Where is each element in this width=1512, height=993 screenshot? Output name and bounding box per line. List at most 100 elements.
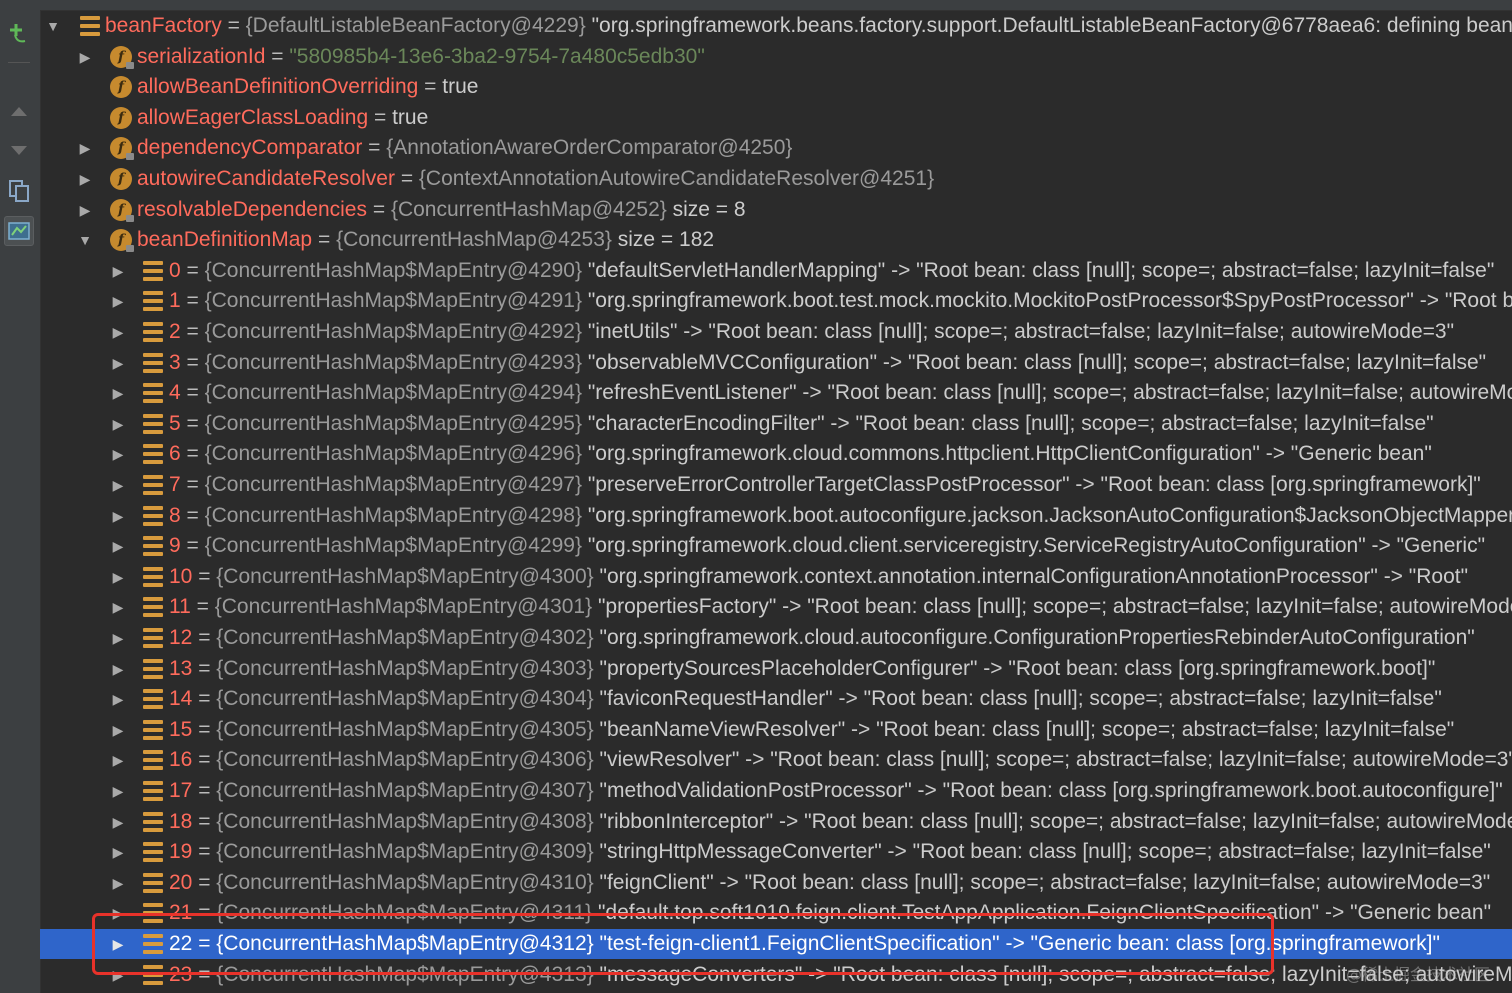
- variable-value: "org.springframework.context.annotation.…: [599, 564, 1469, 588]
- map-entry-row[interactable]: ▶ 19 = {ConcurrentHashMap$MapEntry@4309} …: [40, 837, 1512, 867]
- collapsed-arrow-icon[interactable]: ▶: [108, 623, 128, 653]
- map-entry-row[interactable]: ▶ 18 = {ConcurrentHashMap$MapEntry@4308} …: [40, 807, 1512, 837]
- collapsed-arrow-icon[interactable]: ▶: [108, 745, 128, 775]
- map-entry-row[interactable]: ▶ 23 = {ConcurrentHashMap$MapEntry@4313} …: [40, 960, 1512, 990]
- variable-row[interactable]: ▶ f resolvableDependencies = {ConcurrentHa…: [40, 195, 1512, 225]
- equals-sign: =: [180, 503, 205, 527]
- variable-value: "characterEncodingFilter" -> "Root bean:…: [587, 411, 1434, 435]
- collapsed-arrow-icon[interactable]: ▶: [108, 807, 128, 837]
- variable-content: 13 = {ConcurrentHashMap$MapEntry@4303} "…: [169, 654, 1435, 684]
- collapsed-arrow-icon[interactable]: ▶: [108, 470, 128, 500]
- variable-name: 12: [169, 626, 193, 649]
- collapsed-arrow-icon[interactable]: ▶: [108, 531, 128, 561]
- variable-row[interactable]: ▼ f beanDefinitionMap = {ConcurrentHashMap…: [40, 225, 1512, 255]
- map-entry-row[interactable]: ▶ 6 = {ConcurrentHashMap$MapEntry@4296} "…: [40, 439, 1512, 469]
- collapsed-arrow-icon[interactable]: ▶: [75, 164, 95, 194]
- add-watch-icon[interactable]: [4, 18, 34, 48]
- variable-name: 23: [169, 962, 193, 986]
- map-entry-row[interactable]: ▶ 5 = {ConcurrentHashMap$MapEntry@4295} "…: [40, 409, 1512, 439]
- map-entry-row[interactable]: ▶ 17 = {ConcurrentHashMap$MapEntry@4307} …: [40, 776, 1512, 806]
- object-reference: {ConcurrentHashMap$MapEntry@4308}: [216, 809, 594, 833]
- map-entry-row[interactable]: ▶ 14 = {ConcurrentHashMap$MapEntry@4304} …: [40, 684, 1512, 714]
- expanded-arrow-icon[interactable]: ▼: [43, 11, 63, 41]
- map-entry-row[interactable]: ▶ 8 = {ConcurrentHashMap$MapEntry@4298} "…: [40, 501, 1512, 531]
- collapsed-arrow-icon[interactable]: ▶: [108, 409, 128, 439]
- collapsed-arrow-icon[interactable]: ▶: [108, 562, 128, 592]
- collapsed-arrow-icon[interactable]: ▶: [108, 439, 128, 469]
- show-types-icon[interactable]: [4, 216, 34, 246]
- map-entry-row[interactable]: ▶ 0 = {ConcurrentHashMap$MapEntry@4290} "…: [40, 256, 1512, 286]
- move-down-icon[interactable]: [4, 136, 34, 166]
- collapsed-arrow-icon[interactable]: ▶: [75, 133, 95, 163]
- map-entry-row[interactable]: ▶ 22 = {ConcurrentHashMap$MapEntry@4312} …: [40, 929, 1512, 959]
- variable-row[interactable]: ▼ beanFactory = {DefaultListableBeanFacto…: [40, 11, 1512, 41]
- collapsed-arrow-icon[interactable]: ▶: [108, 776, 128, 806]
- variable-row[interactable]: ▶ f serializationId = "580985b4-13e6-3ba2-…: [40, 42, 1512, 72]
- collapsed-arrow-icon[interactable]: ▶: [108, 378, 128, 408]
- equals-sign: =: [192, 748, 217, 772]
- collapsed-arrow-icon[interactable]: ▶: [108, 501, 128, 531]
- variable-name: 7: [169, 473, 181, 496]
- equals-sign: =: [265, 44, 290, 68]
- map-entry-row[interactable]: ▶ 16 = {ConcurrentHashMap$MapEntry@4306} …: [40, 745, 1512, 775]
- collapsed-arrow-icon[interactable]: ▶: [75, 42, 95, 72]
- map-entry-row[interactable]: ▶ 1 = {ConcurrentHashMap$MapEntry@4291} "…: [40, 286, 1512, 316]
- variable-row[interactable]: f allowBeanDefinitionOverriding = true: [40, 72, 1512, 102]
- collapsed-arrow-icon[interactable]: ▶: [108, 256, 128, 286]
- variable-value: "org.springframework.boot.test.mock.mock…: [587, 289, 1512, 313]
- variable-content: beanFactory = {DefaultListableBeanFactor…: [105, 11, 1512, 41]
- map-entry-row[interactable]: ▶ 11 = {ConcurrentHashMap$MapEntry@4301} …: [40, 592, 1512, 622]
- collapsed-arrow-icon[interactable]: ▶: [108, 960, 128, 990]
- map-entry-row[interactable]: ▶ 12 = {ConcurrentHashMap$MapEntry@4302} …: [40, 623, 1512, 653]
- collapsed-arrow-icon[interactable]: ▶: [108, 837, 128, 867]
- variable-name: 20: [169, 870, 193, 894]
- variable-row[interactable]: ▶ f dependencyComparator = {AnnotationAwar…: [40, 133, 1512, 163]
- map-entry-row[interactable]: ▶ 13 = {ConcurrentHashMap$MapEntry@4303} …: [40, 654, 1512, 684]
- map-entry-row[interactable]: ▶ 7 = {ConcurrentHashMap$MapEntry@4297} "…: [40, 470, 1512, 500]
- variable-content: 16 = {ConcurrentHashMap$MapEntry@4306} "…: [169, 745, 1512, 775]
- map-entry-row[interactable]: ▶ 9 = {ConcurrentHashMap$MapEntry@4299} "…: [40, 531, 1512, 561]
- variable-content: 22 = {ConcurrentHashMap$MapEntry@4312} "…: [169, 929, 1440, 959]
- equals-sign: =: [180, 534, 205, 558]
- collapsed-arrow-icon[interactable]: ▶: [108, 898, 128, 928]
- variable-name: 3: [169, 350, 181, 374]
- expanded-arrow-icon[interactable]: ▼: [75, 225, 95, 255]
- collapsed-arrow-icon[interactable]: ▶: [108, 868, 128, 898]
- object-icon: [143, 781, 163, 801]
- map-entry-row[interactable]: ▶ 2 = {ConcurrentHashMap$MapEntry@4292} "…: [40, 317, 1512, 347]
- collapsed-arrow-icon[interactable]: ▶: [108, 286, 128, 316]
- move-up-icon[interactable]: [4, 96, 34, 126]
- equals-sign: =: [192, 901, 217, 925]
- variable-value: "org.springframework.cloud.autoconfigure…: [599, 626, 1475, 649]
- collapsed-arrow-icon[interactable]: ▶: [108, 348, 128, 378]
- object-icon: [143, 536, 163, 557]
- map-entry-row[interactable]: ▶ 21 = {ConcurrentHashMap$MapEntry@4311} …: [40, 898, 1512, 928]
- collapsed-arrow-icon[interactable]: ▶: [108, 684, 128, 714]
- variable-row[interactable]: ▶ f autowireCandidateResolver = {ContextAn…: [40, 164, 1512, 194]
- copy-icon[interactable]: [4, 176, 34, 206]
- map-entry-row[interactable]: ▶ 4 = {ConcurrentHashMap$MapEntry@4294} "…: [40, 378, 1512, 408]
- variable-content: beanDefinitionMap = {ConcurrentHashMap@4…: [137, 225, 714, 255]
- map-entry-row[interactable]: ▶ 15 = {ConcurrentHashMap$MapEntry@4305} …: [40, 715, 1512, 745]
- map-entry-row[interactable]: ▶ 3 = {ConcurrentHashMap$MapEntry@4293} "…: [40, 348, 1512, 378]
- collapsed-arrow-icon[interactable]: ▶: [75, 195, 95, 225]
- equals-sign: =: [312, 228, 337, 252]
- object-reference: {ConcurrentHashMap$MapEntry@4301}: [214, 595, 593, 619]
- collapsed-arrow-icon[interactable]: ▶: [108, 654, 128, 684]
- collapsed-arrow-icon[interactable]: ▶: [108, 715, 128, 745]
- map-entry-row[interactable]: ▶ 10 = {ConcurrentHashMap$MapEntry@4300} …: [40, 562, 1512, 592]
- variable-value: "org.springframework.beans.factory.suppo…: [591, 14, 1512, 37]
- variable-value: "org.springframework.boot.autoconfigure.…: [587, 503, 1512, 527]
- collapsed-arrow-icon[interactable]: ▶: [108, 592, 128, 622]
- variables-tree[interactable]: ▼ beanFactory = {DefaultListableBeanFacto…: [40, 10, 1512, 993]
- map-entry-row[interactable]: ▶ 20 = {ConcurrentHashMap$MapEntry@4310} …: [40, 868, 1512, 898]
- equals-sign: =: [180, 258, 205, 282]
- variable-content: allowBeanDefinitionOverriding = true: [137, 72, 478, 102]
- variable-row[interactable]: f allowEagerClassLoading = true: [40, 103, 1512, 133]
- collapsed-arrow-icon[interactable]: ▶: [108, 317, 128, 347]
- collapsed-arrow-icon[interactable]: ▶: [108, 929, 128, 959]
- lock-icon: [126, 245, 134, 253]
- variable-content: 8 = {ConcurrentHashMap$MapEntry@4298} "o…: [169, 501, 1512, 531]
- object-icon: [143, 872, 163, 893]
- object-reference: {ConcurrentHashMap$MapEntry@4290}: [204, 258, 582, 282]
